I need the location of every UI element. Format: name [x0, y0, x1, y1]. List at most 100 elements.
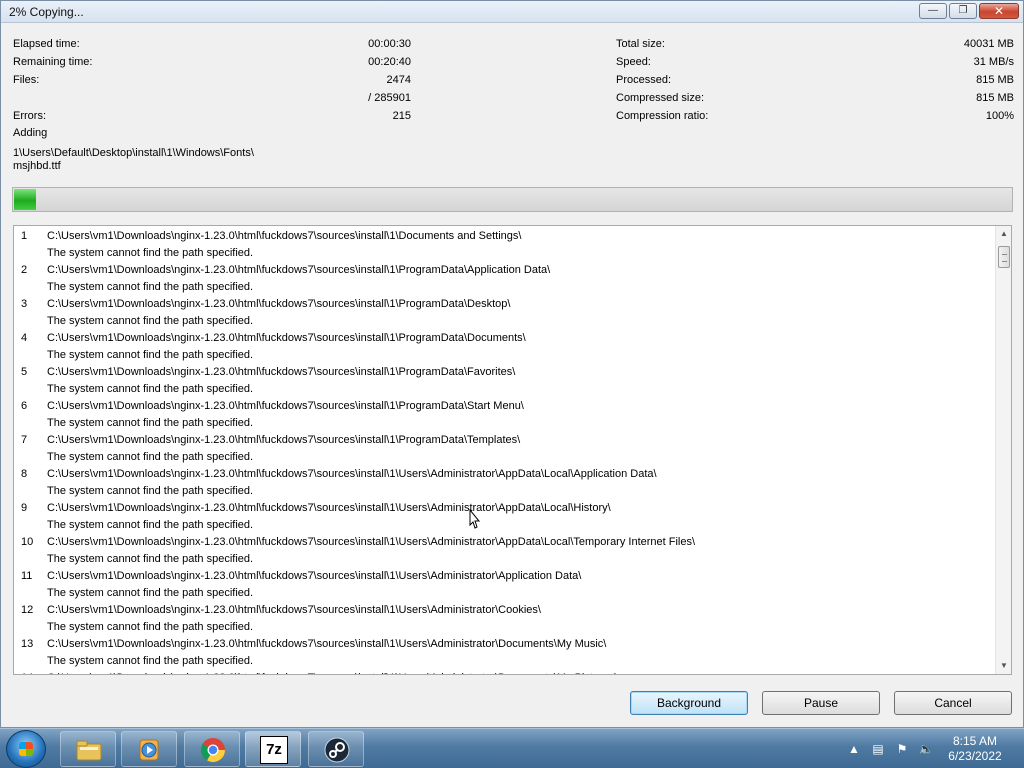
- log-entry-path: C:\Users\vm1\Downloads\nginx-1.23.0\html…: [47, 638, 607, 650]
- log-entry-path: C:\Users\vm1\Downloads\nginx-1.23.0\html…: [47, 332, 526, 344]
- log-entry[interactable]: 3 C:\Users\vm1\Downloads\nginx-1.23.0\htm…: [14, 294, 996, 328]
- stat-value: 00:20:40: [368, 56, 411, 68]
- stat-value: 2474: [386, 74, 411, 86]
- log-entry[interactable]: 2 C:\Users\vm1\Downloads\nginx-1.23.0\htm…: [14, 260, 996, 294]
- system-tray: ▲ ▤ ⚑ 🔈: [846, 741, 934, 757]
- adding-label: Adding: [13, 127, 48, 139]
- log-entry[interactable]: 14 C:\Users\vm1\Downloads\nginx-1.23.0\ht…: [14, 668, 996, 674]
- log-entry-number: 8: [21, 468, 28, 480]
- error-log-list[interactable]: 1 C:\Users\vm1\Downloads\nginx-1.23.0\htm…: [13, 225, 1012, 675]
- log-entry-path: C:\Users\vm1\Downloads\nginx-1.23.0\html…: [47, 366, 516, 378]
- log-entry[interactable]: 8 C:\Users\vm1\Downloads\nginx-1.23.0\htm…: [14, 464, 996, 498]
- log-entry-path: C:\Users\vm1\Downloads\nginx-1.23.0\html…: [47, 536, 696, 548]
- stat-row-files: Files: 2474: [13, 71, 411, 89]
- log-entry[interactable]: 10 C:\Users\vm1\Downloads\nginx-1.23.0\ht…: [14, 532, 996, 566]
- log-entry[interactable]: 5 C:\Users\vm1\Downloads\nginx-1.23.0\htm…: [14, 362, 996, 396]
- log-entry-number: 1: [21, 230, 28, 242]
- log-entry-number: 9: [21, 502, 28, 514]
- log-entry-number: 13: [21, 638, 34, 650]
- log-entry-path: C:\Users\vm1\Downloads\nginx-1.23.0\html…: [47, 502, 611, 514]
- stats-left: Elapsed time: 00:00:30 Remaining time: 0…: [13, 35, 411, 125]
- clock-time: 8:15 AM: [952, 734, 998, 748]
- show-hidden-icons-icon[interactable]: ▲: [846, 741, 862, 757]
- log-entry-number: 12: [21, 604, 34, 616]
- log-entry-path: C:\Users\vm1\Downloads\nginx-1.23.0\html…: [47, 298, 511, 310]
- log-entry[interactable]: 7 C:\Users\vm1\Downloads\nginx-1.23.0\htm…: [14, 430, 996, 464]
- action-center-flag-icon[interactable]: ⚑: [894, 741, 910, 757]
- log-entry-path: C:\Users\vm1\Downloads\nginx-1.23.0\html…: [47, 570, 582, 582]
- current-file-name: msjhbd.ttf: [13, 160, 61, 172]
- log-entry[interactable]: 12 C:\Users\vm1\Downloads\nginx-1.23.0\ht…: [14, 600, 996, 634]
- scroll-thumb[interactable]: [998, 246, 1010, 268]
- taskbar-explorer-button[interactable]: [60, 731, 116, 767]
- window-title: 2% Copying...: [9, 5, 84, 19]
- taskbar-clock[interactable]: 8:15 AM 6/23/2022: [940, 734, 1010, 764]
- log-entry-error: The system cannot find the path specifie…: [47, 485, 254, 497]
- cancel-button[interactable]: Cancel: [894, 691, 1012, 715]
- log-entry-number: 11: [21, 570, 33, 582]
- scroll-down-arrow-icon[interactable]: ▼: [996, 658, 1011, 674]
- taskbar-steam-button[interactable]: [308, 731, 364, 767]
- log-entry-path: C:\Users\vm1\Downloads\nginx-1.23.0\html…: [47, 400, 524, 412]
- stat-value: 40031 MB: [963, 38, 1014, 50]
- log-scrollbar[interactable]: ▲ ▼: [995, 226, 1011, 674]
- taskbar-7zip-button[interactable]: 7z: [245, 731, 301, 767]
- steam-icon: [324, 737, 350, 763]
- log-entry[interactable]: 11 C:\Users\vm1\Downloads\nginx-1.23.0\ht…: [14, 566, 996, 600]
- log-entry-number: 10: [21, 536, 34, 548]
- log-entry-number: 2: [21, 264, 28, 276]
- stat-label: Elapsed time:: [13, 38, 80, 50]
- close-button[interactable]: ✕: [979, 3, 1019, 19]
- window-controls: — ❐ ✕: [919, 3, 1019, 19]
- stat-row-compressed-size: Compressed size: 815 MB: [616, 89, 1014, 107]
- network-icon[interactable]: ▤: [870, 741, 886, 757]
- start-button-icon[interactable]: [6, 730, 46, 768]
- stat-label: Remaining time:: [13, 56, 93, 68]
- stat-value: 815 MB: [976, 74, 1014, 86]
- log-entry-error: The system cannot find the path specifie…: [47, 281, 254, 293]
- stat-value: 815 MB: [976, 92, 1014, 104]
- log-entry-number: 14: [21, 672, 33, 674]
- current-file-path: 1\Users\Default\Desktop\install\1\Window…: [13, 147, 313, 173]
- background-button[interactable]: Background: [630, 691, 748, 715]
- stat-row-speed: Speed: 31 MB/s: [616, 53, 1014, 71]
- log-entry[interactable]: 6 C:\Users\vm1\Downloads\nginx-1.23.0\htm…: [14, 396, 996, 430]
- log-entry-number: 6: [21, 400, 28, 412]
- stat-row-errors: Errors: 215: [13, 107, 411, 125]
- log-entries: 1 C:\Users\vm1\Downloads\nginx-1.23.0\htm…: [14, 226, 996, 674]
- stat-value: 00:00:30: [368, 38, 411, 50]
- log-entry[interactable]: 13 C:\Users\vm1\Downloads\nginx-1.23.0\ht…: [14, 634, 996, 668]
- log-entry[interactable]: 9 C:\Users\vm1\Downloads\nginx-1.23.0\htm…: [14, 498, 996, 532]
- taskbar: 7z ▲ ▤ ⚑ 🔈 8:15 AM 6/23/2022: [0, 728, 1024, 768]
- maximize-button[interactable]: ❐: [949, 3, 977, 19]
- log-entry-number: 7: [21, 434, 28, 446]
- stat-row-total-size: Total size: 40031 MB: [616, 35, 1014, 53]
- stat-value: 100%: [985, 110, 1014, 122]
- title-bar[interactable]: 2% Copying... — ❐ ✕: [1, 1, 1023, 23]
- stat-value: / 285901: [368, 92, 411, 104]
- log-entry-error: The system cannot find the path specifie…: [47, 655, 254, 667]
- log-entry-path: C:\Users\vm1\Downloads\nginx-1.23.0\html…: [47, 434, 521, 446]
- log-entry-error: The system cannot find the path specifie…: [47, 519, 254, 531]
- log-entry-path: C:\Users\vm1\Downloads\nginx-1.23.0\html…: [47, 264, 551, 276]
- log-entry-error: The system cannot find the path specifie…: [47, 383, 254, 395]
- log-entry-error: The system cannot find the path specifie…: [47, 247, 254, 259]
- stat-row-remaining: Remaining time: 00:20:40: [13, 53, 411, 71]
- stat-value: 31 MB/s: [973, 56, 1014, 68]
- log-entry[interactable]: 1 C:\Users\vm1\Downloads\nginx-1.23.0\htm…: [14, 226, 996, 260]
- volume-icon[interactable]: 🔈: [918, 741, 934, 757]
- mouse-cursor-icon: [469, 509, 481, 529]
- log-entry-number: 5: [21, 366, 28, 378]
- stat-label: Errors:: [13, 110, 46, 122]
- stat-row-compression-ratio: Compression ratio: 100%: [616, 107, 1014, 125]
- log-entry-error: The system cannot find the path specifie…: [47, 587, 254, 599]
- taskbar-chrome-button[interactable]: [184, 731, 240, 767]
- minimize-button[interactable]: —: [919, 3, 947, 19]
- stat-row-files-total: / 285901: [13, 89, 411, 107]
- taskbar-media-player-button[interactable]: [121, 731, 177, 767]
- pause-button[interactable]: Pause: [762, 691, 880, 715]
- stat-label: Compressed size:: [616, 92, 705, 104]
- log-entry[interactable]: 4 C:\Users\vm1\Downloads\nginx-1.23.0\htm…: [14, 328, 996, 362]
- media-player-icon: [139, 739, 159, 761]
- scroll-up-arrow-icon[interactable]: ▲: [996, 226, 1011, 242]
